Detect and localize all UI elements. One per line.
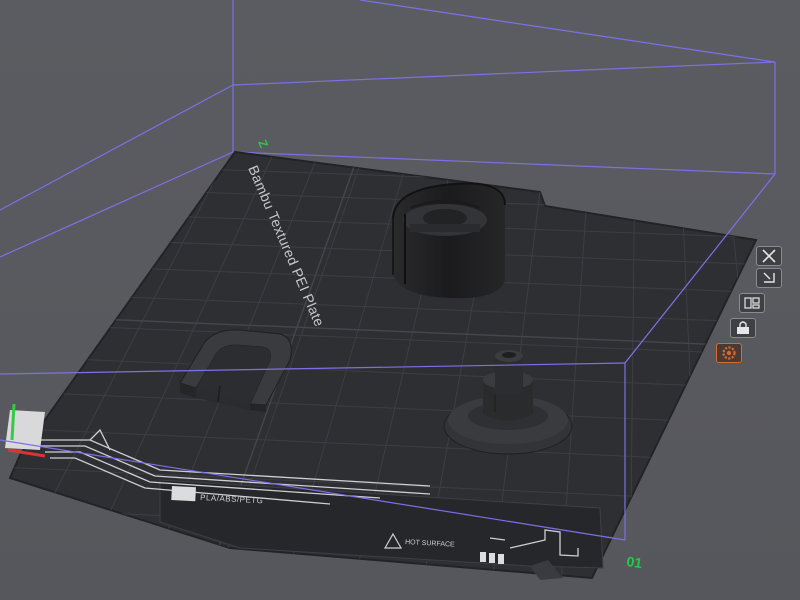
- select-plate-button[interactable]: [756, 268, 782, 288]
- build-plate-scene[interactable]: HOT SURFACE PLA/ABS/PETG Bambu Textured …: [0, 0, 800, 600]
- arrange-icon: [744, 297, 760, 309]
- z-axis-label: Z: [255, 138, 271, 150]
- arrange-plate-button[interactable]: [739, 293, 765, 313]
- 3d-viewport[interactable]: HOT SURFACE PLA/ABS/PETG Bambu Textured …: [0, 0, 800, 600]
- lock-plate-button[interactable]: [730, 318, 756, 338]
- plate-logo-icon: [171, 485, 196, 502]
- gear-icon: [722, 346, 736, 360]
- plate-settings-button[interactable]: [716, 343, 742, 363]
- close-icon: [762, 249, 776, 263]
- model-part-cup[interactable]: [392, 182, 506, 299]
- lock-icon: [737, 321, 749, 334]
- plate-number: 01: [626, 553, 644, 571]
- select-icon: [763, 272, 775, 283]
- close-plate-button[interactable]: [756, 246, 782, 266]
